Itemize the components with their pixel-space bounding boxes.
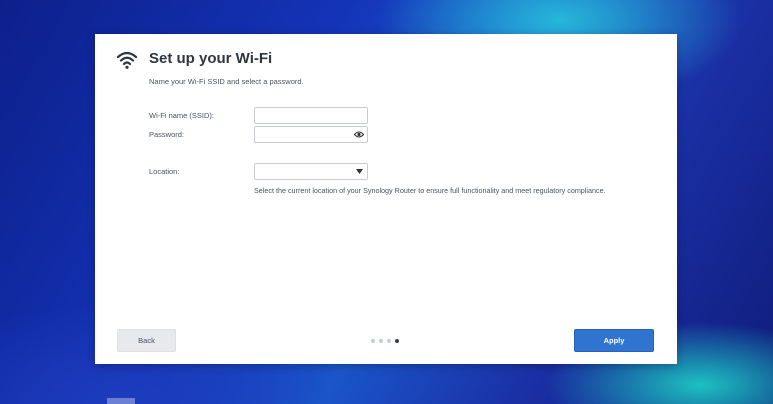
step-dot <box>379 339 383 343</box>
step-indicator <box>371 339 399 343</box>
location-label: Location: <box>149 167 180 176</box>
chevron-down-icon <box>356 169 363 174</box>
wifi-icon <box>116 51 138 69</box>
apply-button[interactable]: Apply <box>574 329 654 352</box>
eye-icon[interactable] <box>354 130 364 139</box>
location-select[interactable] <box>254 163 368 180</box>
ssid-field[interactable] <box>254 107 368 125</box>
taskbar-tab[interactable] <box>107 398 135 404</box>
step-dot-active <box>395 339 399 343</box>
ssid-label: Wi-Fi name (SSID): <box>149 111 215 120</box>
location-hint: Select the current location of your Syno… <box>254 186 606 195</box>
page-subtitle: Name your Wi-Fi SSID and select a passwo… <box>149 77 304 86</box>
setup-wifi-dialog: Set up your Wi-Fi Name your Wi-Fi SSID a… <box>95 34 677 364</box>
page-title: Set up your Wi-Fi <box>149 50 273 67</box>
password-label: Password: <box>149 130 185 139</box>
ssid-input[interactable] <box>259 112 355 125</box>
step-dot <box>371 339 375 343</box>
step-dot <box>387 339 391 343</box>
password-field[interactable] <box>254 126 368 144</box>
password-input[interactable] <box>259 131 355 144</box>
back-button[interactable]: Back <box>117 329 176 352</box>
